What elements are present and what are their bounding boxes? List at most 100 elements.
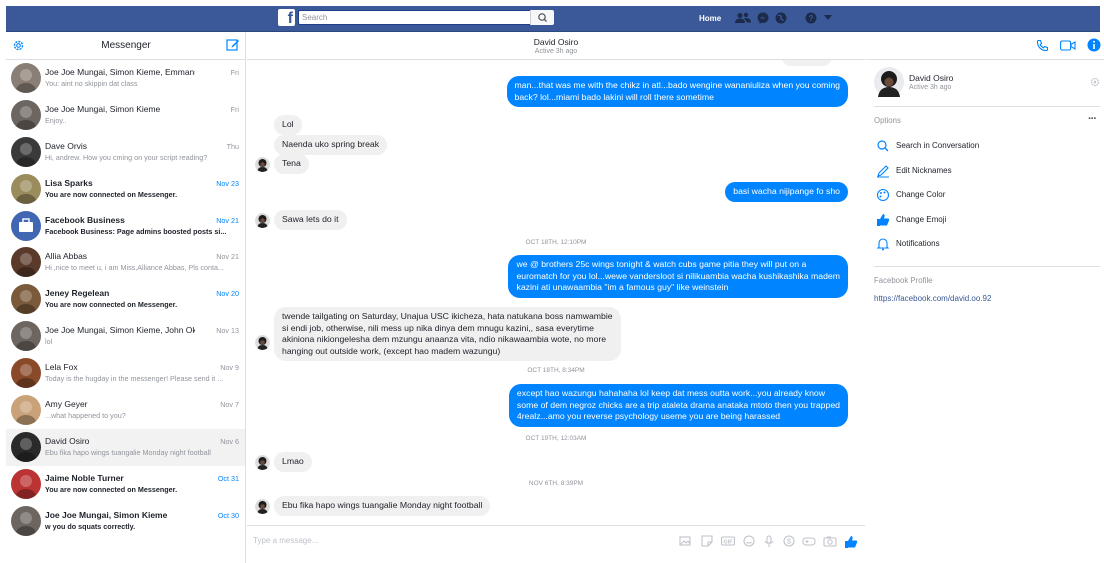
conversation-item[interactable]: Dave Orvis Hi, andrew. How you cming on y… <box>6 134 245 171</box>
info-icon[interactable] <box>1087 38 1101 52</box>
avatar <box>11 505 41 536</box>
camera-icon[interactable] <box>823 535 837 549</box>
thumbs-up-icon[interactable] <box>844 535 858 549</box>
conversation-name: Dave Orvis <box>45 140 88 151</box>
video-call-icon[interactable] <box>1060 40 1076 51</box>
avatar <box>11 284 41 315</box>
received-message-bubble[interactable]: twende tailgating on Saturday, Unajua US… <box>274 307 621 361</box>
conversation-item[interactable]: Lisa Sparks You are now connected on Mess… <box>6 171 245 208</box>
received-message-bubble[interactable]: Ebu fika hapo wings tuangalie Monday nig… <box>274 496 491 516</box>
more-options-icon[interactable]: ··· <box>1088 113 1097 125</box>
received-message-bubble[interactable]: Lol <box>274 115 302 135</box>
avatar <box>11 321 41 352</box>
globe-icon[interactable] <box>775 12 787 24</box>
sender-avatar <box>255 213 270 228</box>
conversation-snippet: You: aint no skippin dat class <box>45 79 138 88</box>
facebook-profile-title: Facebook Profile <box>874 276 933 285</box>
conversation-snippet: lol <box>45 337 53 347</box>
pencil-icon <box>877 164 889 178</box>
received-message-bubble[interactable]: Lmao <box>274 452 312 472</box>
conversation-snippet: w you do squats correctly. <box>45 521 136 531</box>
conversation-item[interactable]: Jeney Regelean You are now connected on M… <box>6 281 245 318</box>
avatar <box>11 99 41 130</box>
option-notifications[interactable]: Notifications <box>874 237 1074 251</box>
sender-avatar <box>255 455 270 470</box>
help-icon[interactable]: ? <box>805 12 817 24</box>
received-message-bubble[interactable]: Sawa lets do it <box>274 210 347 230</box>
message-timestamp: OCT 19TH, 12:03AM <box>525 435 587 442</box>
sender-avatar <box>255 499 270 514</box>
contact-profile: David Osiro Active 3h ago <box>866 60 1104 106</box>
avatar <box>11 210 41 241</box>
avatar <box>11 63 41 93</box>
conversation-item[interactable]: Jaime Noble Turner You are now connected … <box>6 466 245 503</box>
message-input[interactable]: Type a message... <box>253 536 318 545</box>
option-edit-nicknames[interactable]: Edit Nicknames <box>874 164 1074 178</box>
conversation-item[interactable]: David Osiro Ebu fika hapo wings tuangalie… <box>6 428 245 466</box>
option-search-in-conversation[interactable]: Search in Conversation <box>874 139 1074 153</box>
conversation-item[interactable]: Joe Joe Mungai, Simon Kieme w you do squa… <box>6 503 245 540</box>
conversation-snippet: Today is the hugday in the messenger! Pl… <box>45 374 224 384</box>
avatar <box>11 247 41 278</box>
conversation-date: Nov 21 <box>216 252 239 262</box>
photo-icon[interactable] <box>679 535 693 549</box>
conversation-name: Amy Geyer <box>45 399 88 410</box>
top-bar: f Search Home ? <box>0 0 1104 32</box>
sidebar-header: Messenger <box>6 32 245 60</box>
contact-name[interactable]: David Osiro <box>909 73 953 83</box>
contact-avatar[interactable] <box>874 67 904 97</box>
conversation-item[interactable]: Joe Joe Mungai, Simon Kieme, Emmanuel Sa… <box>6 60 245 97</box>
chat-contact-name[interactable]: David Osiro <box>247 32 865 47</box>
bell-icon <box>876 238 890 251</box>
option-change-emoji[interactable]: Change Emoji <box>874 213 1074 227</box>
sent-message-bubble[interactable]: except hao wazungu hahahaha lol keep dat… <box>508 384 848 427</box>
facebook-logo[interactable]: f <box>278 9 295 26</box>
conversation-item[interactable]: Allia Abbas Hi ,nice to meet u, i am Miss… <box>6 244 245 281</box>
sent-message-bubble[interactable]: we @ brothers 25c wings tonight & watch … <box>508 255 848 298</box>
avatar <box>11 173 41 204</box>
option-label: Edit Nicknames <box>896 165 952 175</box>
conversation-snippet: You are now connected on Messenger. <box>45 189 178 199</box>
conversation-item[interactable]: Joe Joe Mungai, Simon Kieme, John Okello… <box>6 318 245 355</box>
settings-gear-icon[interactable] <box>1090 77 1100 87</box>
received-message-bubble[interactable]: Tena <box>274 154 309 174</box>
received-message-bubble[interactable]: Naenda uko spring break <box>274 135 388 155</box>
conversation-item[interactable]: Joe Joe Mungai, Simon Kieme Enjoy.. Fri <box>6 97 245 134</box>
avatar <box>11 358 41 389</box>
conversation-item[interactable]: Facebook Business Facebook Business: Page… <box>6 208 245 245</box>
conversation-item[interactable]: Lela Fox Today is the hugday in the messe… <box>6 355 245 392</box>
game-icon[interactable] <box>802 535 816 549</box>
facebook-profile-link[interactable]: https://facebook.com/david.oo.92 <box>874 294 991 303</box>
option-label: Search in Conversation <box>896 141 980 150</box>
svg-text:GIF: GIF <box>723 540 733 546</box>
sticker-icon[interactable] <box>701 535 715 549</box>
conversation-snippet: You are now connected on Messenger. <box>45 484 178 494</box>
conversation-date: Nov 13 <box>216 326 239 336</box>
conversation-date: Fri <box>230 104 239 114</box>
conversation-snippet: Enjoy.. <box>45 115 67 125</box>
conversation-name: Joe Joe Mungai, Simon Kieme <box>45 103 161 114</box>
gif-icon[interactable]: GIF <box>721 535 735 549</box>
payment-icon[interactable]: $ <box>783 535 797 549</box>
search-input[interactable]: Search <box>298 10 554 25</box>
phone-icon[interactable] <box>1036 39 1049 52</box>
svg-text:$: $ <box>787 539 791 546</box>
emoji-icon[interactable] <box>743 535 757 549</box>
message-thread[interactable]: man...that was me with the chikz in atl.… <box>247 60 865 522</box>
conversation-name: Joe Joe Mungai, Simon Kieme, John Okello <box>45 325 195 336</box>
sent-message-bubble[interactable]: basi wacha nijipange fo sho <box>725 182 848 202</box>
home-link[interactable]: Home <box>699 14 721 23</box>
conversation-name: Joe Joe Mungai, Simon Kieme <box>45 509 168 520</box>
dropdown-caret-icon[interactable] <box>824 15 832 21</box>
conversation-item[interactable]: Amy Geyer ...what happened to you? Nov 7 <box>6 392 245 429</box>
option-change-color[interactable]: Change Color <box>874 188 1074 202</box>
microphone-icon[interactable] <box>763 535 777 549</box>
option-label: Change Color <box>896 190 946 200</box>
sent-message-bubble[interactable]: man...that was me with the chikz in atl.… <box>506 76 848 107</box>
friends-icon[interactable] <box>735 12 751 24</box>
search-button[interactable] <box>530 10 554 25</box>
messenger-icon[interactable] <box>757 12 769 24</box>
message-timestamp: NOV 6TH, 8:39PM <box>528 480 584 487</box>
compose-icon[interactable] <box>226 38 240 52</box>
svg-text:?: ? <box>809 14 814 23</box>
